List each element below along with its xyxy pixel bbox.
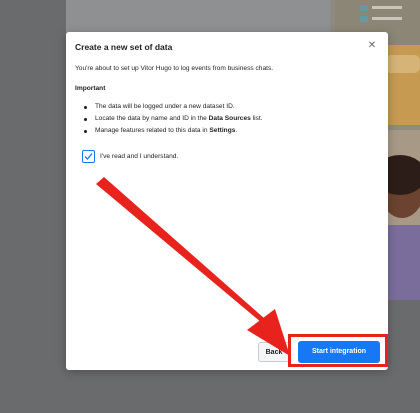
important-heading: Important: [75, 85, 106, 92]
list-item: Locate the data by name and ID in the Da…: [75, 113, 263, 125]
dialog-intro-text: You're about to set up Vitor Hugo to log…: [75, 65, 274, 72]
start-integration-button[interactable]: Start integration: [298, 341, 380, 363]
list-item: The data will be logged under a new data…: [75, 101, 263, 113]
list-item: Manage features related to this data in …: [75, 125, 263, 137]
important-list: The data will be logged under a new data…: [75, 101, 263, 137]
screen: Create a new set of data ✕ You're about …: [0, 0, 420, 413]
back-button[interactable]: Back: [258, 342, 290, 362]
acknowledge-label: I've read and I understand.: [100, 153, 179, 160]
dialog-title: Create a new set of data: [75, 42, 173, 52]
checkmark-icon: [84, 153, 93, 160]
acknowledge-row: I've read and I understand.: [82, 150, 178, 163]
close-icon[interactable]: ✕: [366, 40, 378, 52]
acknowledge-checkbox[interactable]: [82, 150, 95, 163]
create-dataset-dialog: Create a new set of data ✕ You're about …: [66, 32, 388, 370]
